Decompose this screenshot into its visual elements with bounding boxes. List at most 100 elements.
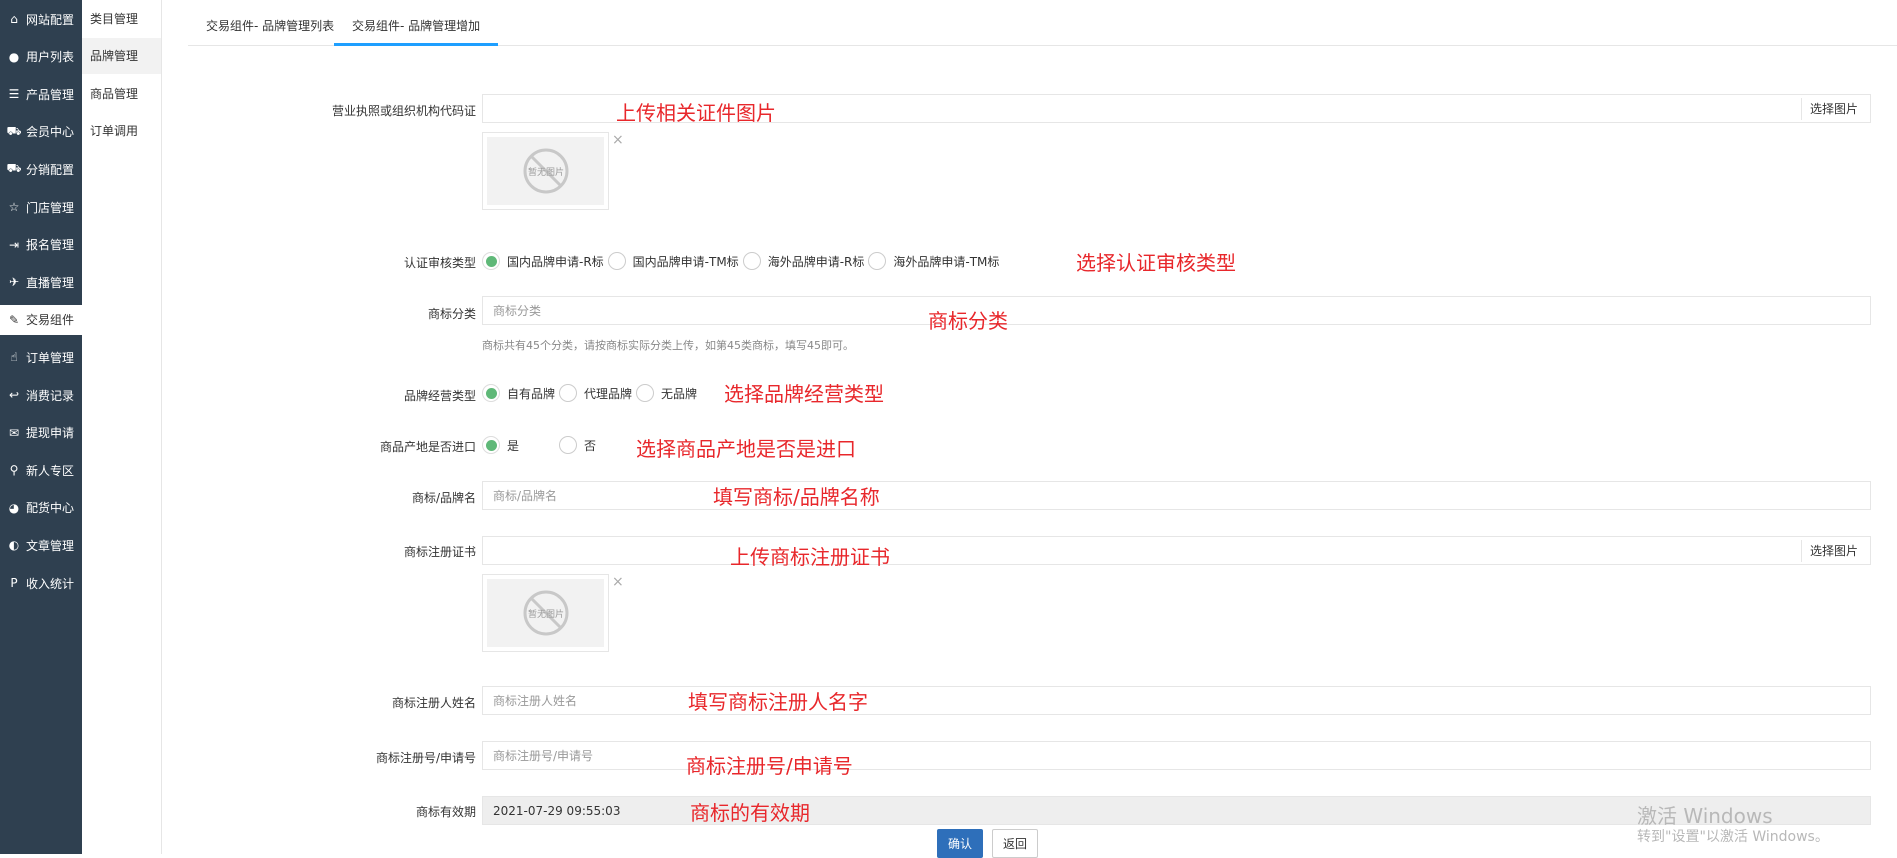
adjust-icon: ◐ bbox=[8, 538, 20, 553]
sidebar-item-label: 报名管理 bbox=[26, 238, 75, 253]
license-label: 营业执照或组织机构代码证 bbox=[331, 104, 476, 118]
cert-type-option[interactable]: 海外品牌申请-R标 bbox=[742, 252, 865, 270]
sidebar-item-label: 产品管理 bbox=[26, 87, 75, 102]
no-image-placeholder: 暂无图片 bbox=[487, 579, 604, 647]
registrant-label: 商标注册人姓名 bbox=[391, 696, 476, 710]
reg-cert-label: 商标注册证书 bbox=[403, 545, 476, 559]
sub-nav: 类目管理 品牌管理 商品管理 订单调用 bbox=[82, 0, 162, 854]
cert-type-option[interactable]: 国内品牌申请-R标 bbox=[482, 252, 604, 270]
annotation-select-import: 选择商品产地是否是进口 bbox=[636, 437, 856, 461]
import-radio-label: 是 bbox=[507, 438, 520, 453]
biz-type-option[interactable]: 自有品牌 bbox=[482, 384, 555, 402]
main-content: 交易组件- 品牌管理列表 交易组件- 品牌管理增加 营业执照或组织机构代码证 选… bbox=[172, 0, 1897, 858]
tm-class-label: 商标分类 bbox=[427, 307, 476, 321]
sidebar-item-trade-component[interactable]: ✎ 交易组件 bbox=[0, 304, 82, 335]
tab-brand-add[interactable]: 交易组件- 品牌管理增加 bbox=[334, 0, 499, 46]
sidebar-item-label: 提现申请 bbox=[26, 426, 75, 441]
cert-type-option[interactable]: 国内品牌申请-TM标 bbox=[607, 252, 739, 270]
cert-type-radio-label: 海外品牌申请-TM标 bbox=[893, 254, 1000, 269]
no-image-placeholder: 暂无图片 bbox=[487, 137, 604, 205]
sidebar-item-order[interactable]: ☝ 订单管理 bbox=[0, 342, 82, 372]
no-image-text: 暂无图片 bbox=[527, 608, 563, 620]
paypal-icon: P bbox=[10, 576, 18, 590]
sidebar-item-label: 交易组件 bbox=[26, 313, 75, 328]
import-option[interactable]: 否 bbox=[559, 436, 596, 454]
cert-type-radio[interactable] bbox=[868, 252, 887, 270]
license-image-preview[interactable]: 暂无图片 bbox=[482, 132, 609, 210]
no-image-text: 暂无图片 bbox=[527, 166, 563, 178]
sidebar-item-income[interactable]: P 收入统计 bbox=[0, 568, 82, 598]
thumbs-up-icon: ☝ bbox=[10, 350, 18, 365]
sidebar-item-store[interactable]: ☆ 门店管理 bbox=[0, 192, 82, 222]
cert-type-label: 认证审核类型 bbox=[403, 256, 476, 270]
sidebar-item-consumption[interactable]: ↩ 消费记录 bbox=[0, 380, 82, 410]
license-remove-icon[interactable]: × bbox=[612, 132, 624, 148]
reg-cert-pick-image-button[interactable]: 选择图片 bbox=[1800, 540, 1866, 562]
reg-cert-path-input[interactable]: 选择图片 bbox=[482, 536, 1871, 565]
sidebar-item-label: 文章管理 bbox=[26, 538, 75, 553]
cert-type-radio[interactable] bbox=[482, 252, 500, 270]
biz-type-radio[interactable] bbox=[559, 384, 578, 402]
biz-type-radio[interactable] bbox=[636, 384, 655, 402]
subnav-item-brand[interactable]: 品牌管理 bbox=[82, 37, 161, 74]
biz-type-option[interactable]: 代理品牌 bbox=[559, 384, 632, 402]
license-pick-image-button[interactable]: 选择图片 bbox=[1800, 98, 1866, 120]
import-label: 商品产地是否进口 bbox=[379, 440, 476, 454]
subnav-item-category[interactable]: 类目管理 bbox=[82, 0, 161, 36]
cart-icon: ⛟ bbox=[6, 161, 22, 176]
sidebar-item-newcomer[interactable]: ⚲ 新人专区 bbox=[0, 455, 82, 485]
sidebar-item-user-list[interactable]: ● 用户列表 bbox=[0, 42, 82, 72]
cert-type-radio-label: 海外品牌申请-R标 bbox=[767, 254, 865, 269]
sidebar-item-label: 网站配置 bbox=[26, 12, 75, 27]
eraser-icon: ✎ bbox=[8, 312, 20, 327]
tm-class-input[interactable]: 商标分类 bbox=[482, 296, 1871, 325]
sidebar-item-site-config[interactable]: ⌂ 网站配置 bbox=[0, 4, 82, 34]
reg-cert-remove-icon[interactable]: × bbox=[612, 574, 624, 590]
biz-type-option[interactable]: 无品牌 bbox=[636, 384, 697, 402]
sidebar-item-signup[interactable]: ⇥ 报名管理 bbox=[0, 230, 82, 260]
windows-activation-hint: 转到"设置"以激活 Windows。 bbox=[1637, 829, 1829, 845]
reg-no-label: 商标注册号/申请号 bbox=[375, 751, 476, 765]
cert-type-radio-group: 国内品牌申请-R标 国内品牌申请-TM标 海外品牌申请-R标 海外品牌申请-TM标 bbox=[482, 252, 999, 270]
annotation-validity: 商标的有效期 bbox=[690, 801, 810, 825]
sidebar-item-product[interactable]: ☰ 产品管理 bbox=[0, 79, 82, 109]
biz-type-radio-label: 无品牌 bbox=[661, 386, 698, 401]
cert-type-option[interactable]: 海外品牌申请-TM标 bbox=[868, 252, 999, 270]
biz-type-radio-group: 自有品牌 代理品牌 无品牌 bbox=[482, 384, 697, 402]
wechat-icon: ✉ bbox=[8, 425, 20, 440]
import-radio[interactable] bbox=[559, 436, 578, 454]
annotation-reg-no: 商标注册号/申请号 bbox=[686, 754, 853, 778]
cert-type-radio[interactable] bbox=[742, 252, 761, 270]
brand-name-input[interactable]: 商标/品牌名 bbox=[482, 481, 1871, 510]
cart-icon: ⛟ bbox=[6, 123, 22, 138]
tab-bar: 交易组件- 品牌管理列表 交易组件- 品牌管理增加 bbox=[188, 0, 1897, 46]
import-radio[interactable] bbox=[482, 436, 500, 454]
plane-icon: ✈ bbox=[8, 275, 20, 290]
subnav-item-order-call[interactable]: 订单调用 bbox=[82, 113, 161, 149]
no-image-icon: 暂无图片 bbox=[523, 148, 568, 194]
reg-cert-image-preview[interactable]: 暂无图片 bbox=[482, 574, 609, 652]
sidebar-item-member[interactable]: ⛟ 会员中心 bbox=[0, 117, 82, 147]
sidebar-item-label: 会员中心 bbox=[26, 125, 75, 140]
sidebar-item-distribution[interactable]: ⛟ 分销配置 bbox=[0, 154, 82, 184]
annotation-upload-license: 上传相关证件图片 bbox=[616, 101, 776, 125]
sidebar-item-label: 直播管理 bbox=[26, 275, 75, 290]
import-option[interactable]: 是 bbox=[482, 436, 519, 454]
sidebar: ⌂ 网站配置 ● 用户列表 ☰ 产品管理 ⛟ 会员中心 ⛟ 分销配置 ☆ 门店管理 ⇥ 报名管理 ✈ 直播管理… bbox=[0, 0, 82, 854]
annotation-tm-class: 商标分类 bbox=[928, 309, 1008, 333]
cert-type-radio[interactable] bbox=[607, 252, 626, 270]
sidebar-item-distribution-center[interactable]: ◕ 配货中心 bbox=[0, 493, 82, 523]
sidebar-item-live[interactable]: ✈ 直播管理 bbox=[0, 267, 82, 297]
sidebar-item-label: 订单管理 bbox=[26, 350, 75, 365]
map-pin-icon: ⚲ bbox=[9, 463, 19, 478]
tab-brand-list[interactable]: 交易组件- 品牌管理列表 bbox=[188, 0, 352, 46]
sidebar-item-label: 收入统计 bbox=[26, 576, 75, 591]
biz-type-radio-label: 代理品牌 bbox=[584, 386, 633, 401]
sidebar-item-article[interactable]: ◐ 文章管理 bbox=[0, 530, 82, 560]
biz-type-radio[interactable] bbox=[482, 384, 500, 402]
sidebar-item-label: 门店管理 bbox=[26, 200, 75, 215]
signin-icon: ⇥ bbox=[8, 237, 20, 252]
subnav-item-goods[interactable]: 商品管理 bbox=[82, 75, 161, 111]
reply-icon: ↩ bbox=[8, 388, 20, 402]
sidebar-item-withdraw[interactable]: ✉ 提现申请 bbox=[0, 418, 82, 448]
